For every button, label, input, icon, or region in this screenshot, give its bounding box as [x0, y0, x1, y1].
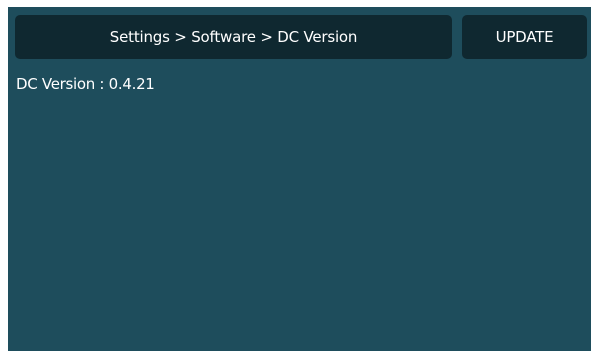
dc-version-label: DC Version : 0.4.21 — [16, 75, 155, 93]
update-button[interactable]: UPDATE — [462, 15, 587, 59]
settings-screen: Settings > Software > DC Version UPDATE … — [8, 7, 591, 351]
header-bar: Settings > Software > DC Version — [15, 15, 452, 59]
breadcrumb: Settings > Software > DC Version — [109, 28, 358, 46]
